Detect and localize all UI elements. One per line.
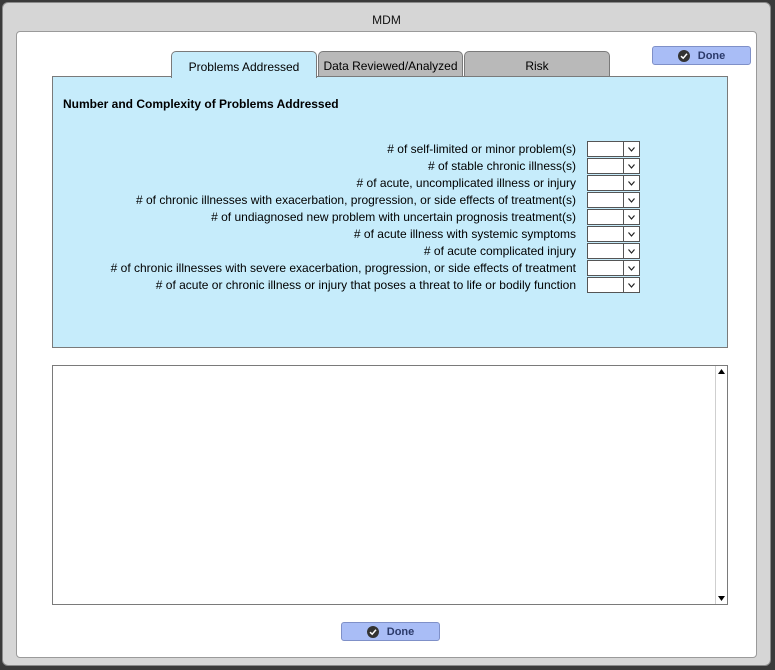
done-button-bottom[interactable]: Done (341, 622, 440, 641)
problem-count-select[interactable] (587, 277, 640, 293)
problem-row-label: # of chronic illnesses with severe exace… (110, 260, 576, 275)
chevron-down-icon[interactable] (623, 261, 639, 275)
tab-problems-addressed[interactable]: Problems Addressed (171, 51, 317, 78)
done-button-top[interactable]: Done (652, 46, 751, 65)
chevron-down-icon[interactable] (623, 142, 639, 156)
check-circle-icon (677, 49, 690, 62)
mdm-window: MDM Problems Addressed Data Reviewed/Ana… (2, 2, 771, 666)
problem-count-select[interactable] (587, 192, 640, 208)
tab-data-reviewed[interactable]: Data Reviewed/Analyzed (318, 51, 463, 77)
problem-count-select[interactable] (587, 158, 640, 174)
problem-row-label: # of chronic illnesses with exacerbation… (136, 192, 576, 207)
tab-risk[interactable]: Risk (464, 51, 610, 77)
problem-row: # of self-limited or minor problem(s) (387, 140, 582, 157)
problem-row-label: # of self-limited or minor problem(s) (387, 141, 576, 156)
problem-row: # of acute complicated injury (424, 242, 582, 259)
problem-count-select[interactable] (587, 209, 640, 225)
chevron-down-icon[interactable] (623, 193, 639, 207)
done-label: Done (386, 625, 415, 638)
scroll-up-icon[interactable] (716, 366, 727, 377)
scroll-down-icon[interactable] (716, 593, 727, 604)
problem-row: # of acute illness with systemic symptom… (354, 225, 582, 242)
content-area: Problems Addressed Data Reviewed/Analyze… (16, 31, 757, 658)
chevron-down-icon[interactable] (623, 176, 639, 190)
problems-panel: Number and Complexity of Problems Addres… (52, 76, 728, 348)
problem-row: # of acute, uncomplicated illness or inj… (357, 174, 582, 191)
window-title: MDM (372, 13, 401, 27)
chevron-down-icon[interactable] (623, 159, 639, 173)
problem-count-select[interactable] (587, 243, 640, 259)
problem-row-label: # of acute illness with systemic symptom… (353, 226, 576, 241)
problem-row-label: # of acute or chronic illness or injury … (155, 277, 576, 292)
problem-row-label: # of acute complicated injury (423, 243, 576, 258)
problem-count-select[interactable] (587, 226, 640, 242)
problem-count-select[interactable] (587, 175, 640, 191)
chevron-down-icon[interactable] (623, 210, 639, 224)
problem-row: # of acute or chronic illness or injury … (156, 276, 582, 293)
problem-row-label: # of undiagnosed new problem with uncert… (211, 209, 576, 224)
problem-row: # of stable chronic illness(s) (428, 157, 582, 174)
problem-row: # of chronic illnesses with exacerbation… (136, 191, 582, 208)
chevron-down-icon[interactable] (623, 278, 639, 292)
notes-textarea[interactable] (52, 365, 728, 605)
chevron-down-icon[interactable] (623, 244, 639, 258)
problem-row: # of chronic illnesses with severe exace… (111, 259, 582, 276)
done-label: Done (697, 49, 726, 62)
chevron-down-icon[interactable] (623, 227, 639, 241)
problem-count-select[interactable] (587, 141, 640, 157)
check-circle-icon (366, 625, 379, 638)
notes-scrollbar[interactable] (715, 366, 727, 604)
problem-row: # of undiagnosed new problem with uncert… (211, 208, 582, 225)
panel-heading: Number and Complexity of Problems Addres… (63, 97, 339, 111)
problem-row-label: # of acute, uncomplicated illness or inj… (356, 175, 576, 190)
problem-row-label: # of stable chronic illness(s) (427, 158, 576, 173)
problem-count-select[interactable] (587, 260, 640, 276)
